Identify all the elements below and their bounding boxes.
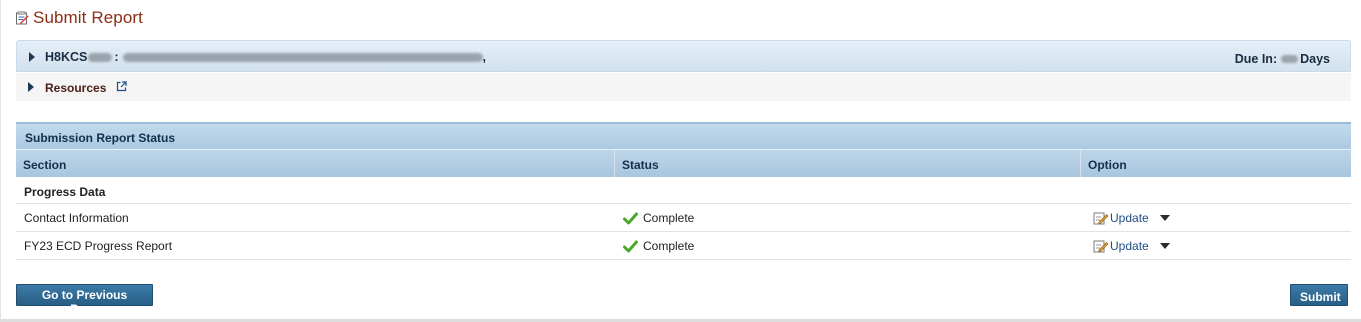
- section-cell: Contact Information: [24, 210, 129, 225]
- column-header-status: Status: [615, 150, 1081, 177]
- table-row: Contact Information Complete Update: [16, 204, 1351, 232]
- grant-bar[interactable]: H8KCS : , Due In: Days: [16, 40, 1351, 72]
- option-cell: Update: [1081, 210, 1351, 225]
- page-header: Submit Report: [15, 8, 143, 28]
- resources-toggle[interactable]: Resources: [16, 73, 1351, 101]
- redacted-text: [122, 52, 483, 62]
- due-indicator: Due In: Days: [1235, 52, 1330, 66]
- previous-page-button[interactable]: Go to Previous Page: [16, 284, 153, 316]
- check-icon: [623, 240, 638, 253]
- table-header: Section Status Option: [16, 149, 1351, 177]
- status-cell: Complete: [615, 210, 1081, 225]
- submission-status-table: Submission Report Status Section Status …: [16, 122, 1351, 260]
- column-header-section: Section: [16, 150, 615, 177]
- edit-icon[interactable]: [1093, 210, 1109, 225]
- submit-button[interactable]: Submit: [1290, 284, 1348, 306]
- triangle-right-icon[interactable]: [29, 52, 35, 62]
- page-title: Submit Report: [33, 8, 143, 27]
- due-unit: Days: [1300, 52, 1330, 66]
- due-label: Due In:: [1234, 52, 1278, 66]
- resources-label[interactable]: Resources: [45, 81, 106, 95]
- update-link[interactable]: Update: [1110, 239, 1149, 253]
- grant-trail: ,: [482, 50, 487, 64]
- check-icon: [623, 212, 638, 225]
- grant-prefix: H8KCS: [45, 50, 88, 64]
- group-row: Progress Data: [16, 177, 1351, 204]
- grant-label: H8KCS : ,: [45, 50, 486, 64]
- redacted-text: [88, 52, 113, 62]
- grant-separator: :: [114, 50, 119, 64]
- table-caption: Submission Report Status: [16, 122, 1351, 149]
- edit-icon[interactable]: [1093, 238, 1109, 253]
- option-cell: Update: [1081, 238, 1351, 253]
- update-link[interactable]: Update: [1110, 211, 1149, 225]
- chevron-down-icon[interactable]: [1159, 243, 1170, 249]
- column-header-option: Option: [1088, 158, 1127, 172]
- section-cell: FY23 ECD Progress Report: [24, 238, 173, 253]
- redacted-text: [1281, 55, 1299, 63]
- status-text: Complete: [643, 210, 695, 225]
- status-text: Complete: [643, 238, 695, 253]
- external-link-icon[interactable]: [116, 81, 127, 92]
- status-cell: Complete: [615, 238, 1081, 253]
- table-row: FY23 ECD Progress Report Complete Update: [16, 232, 1351, 260]
- triangle-right-icon[interactable]: [28, 82, 34, 92]
- report-edit-icon: [15, 11, 29, 25]
- chevron-down-icon[interactable]: [1159, 215, 1170, 221]
